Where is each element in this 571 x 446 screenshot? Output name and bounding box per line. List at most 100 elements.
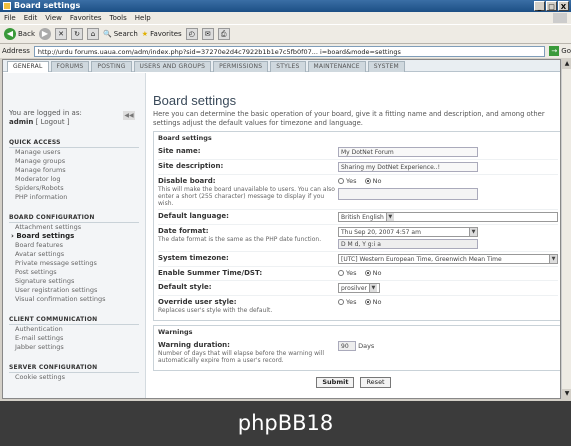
site-description-label: Site description:	[158, 162, 224, 170]
search-button[interactable]: 🔍 Search	[103, 30, 138, 38]
vertical-scrollbar[interactable]: ▲ ▼	[561, 59, 571, 399]
site-name-input[interactable]: My DotNet Forum	[338, 147, 478, 157]
sidebar-item-board-features[interactable]: Board features	[9, 241, 139, 250]
enable-dst-label: Enable Summer Time/DST:	[158, 269, 263, 277]
row-site-description: Site description: Sharing my DotNet Expe…	[158, 160, 558, 175]
windows-logo-icon	[553, 13, 567, 23]
date-format-select[interactable]: Thu Sep 20, 2007 4:57 am ▼	[338, 227, 478, 237]
sidebar-item-cookie-settings[interactable]: Cookie settings	[9, 373, 139, 382]
window-title: Board settings	[14, 1, 81, 10]
tab-forums[interactable]: FORUMS	[50, 61, 90, 72]
caption-banner: phpBB18	[0, 401, 571, 446]
dst-no-radio[interactable]: No	[364, 269, 381, 277]
forward-button[interactable]: ▶	[39, 28, 51, 40]
sidebar-item-authentication[interactable]: Authentication	[9, 325, 139, 334]
scroll-down-icon[interactable]: ▼	[562, 389, 571, 399]
sidebar-item-manage-groups[interactable]: Manage groups	[9, 157, 139, 166]
disable-message-input[interactable]	[338, 188, 478, 200]
default-language-select[interactable]: British English ▼	[338, 212, 558, 222]
chevron-down-icon: ▼	[368, 284, 377, 292]
disable-board-yes-radio[interactable]: Yes	[338, 177, 357, 185]
warning-duration-input[interactable]: 90	[338, 341, 356, 351]
scroll-up-icon[interactable]: ▲	[562, 59, 571, 69]
sidebar-item-spiders-robots[interactable]: Spiders/Robots	[9, 184, 139, 193]
menu-edit[interactable]: Edit	[24, 12, 38, 24]
date-format-input[interactable]: D M d, Y g:i a	[338, 239, 478, 249]
submit-button[interactable]: Submit	[316, 377, 355, 388]
sidebar-item-manage-users[interactable]: Manage users	[9, 148, 139, 157]
system-timezone-select[interactable]: [UTC] Western European Time, Greenwich M…	[338, 254, 558, 264]
star-icon: ★	[141, 30, 149, 38]
sidebar-item-private-message-settings[interactable]: Private message settings	[9, 259, 139, 268]
row-system-timezone: System timezone: [UTC] Western European …	[158, 252, 558, 267]
sidebar-item-moderator-log[interactable]: Moderator log	[9, 175, 139, 184]
row-override-style: Override user style: Replaces user's sty…	[158, 296, 558, 316]
sidebar-item-php-information[interactable]: PHP information	[9, 193, 139, 202]
menu-view[interactable]: View	[45, 12, 62, 24]
disable-board-no-radio[interactable]: No	[364, 177, 381, 185]
username: admin	[9, 118, 34, 126]
address-input[interactable]: http://urdu forums.uaua.com/adm/index.ph…	[33, 45, 546, 57]
go-button[interactable]: → Go	[549, 46, 571, 56]
sidebar-item-visual-confirmation-settings[interactable]: Visual confirmation settings	[9, 295, 139, 304]
title-bar: Board settings _ □ X	[0, 0, 571, 12]
sidebar-item-board-settings[interactable]: › Board settings	[9, 232, 139, 241]
tab-general[interactable]: GENERAL	[7, 61, 49, 72]
section-quick-access: QUICK ACCESS	[9, 139, 139, 148]
stop-button[interactable]: ✕	[55, 28, 67, 40]
site-description-input[interactable]: Sharing my DotNet Experience..!	[338, 162, 478, 172]
tab-posting[interactable]: POSTING	[91, 61, 132, 72]
sidebar-item-post-settings[interactable]: Post settings	[9, 268, 139, 277]
tab-styles[interactable]: STYLES	[270, 61, 306, 72]
tab-users-and-groups[interactable]: USERS AND GROUPS	[133, 61, 212, 72]
date-format-explain: The date format is the same as the PHP d…	[158, 236, 322, 243]
tab-system[interactable]: SYSTEM	[367, 61, 405, 72]
warning-duration-unit: Days	[358, 342, 375, 350]
sidebar-item-manage-forums[interactable]: Manage forums	[9, 166, 139, 175]
tab-permissions[interactable]: PERMISSIONS	[213, 61, 269, 72]
default-style-select[interactable]: prosilver ▼	[338, 283, 380, 293]
menu-tools[interactable]: Tools	[110, 12, 127, 24]
override-no-radio[interactable]: No	[364, 298, 381, 306]
close-button[interactable]: X	[558, 1, 569, 11]
row-site-name: Site name: My DotNet Forum	[158, 145, 558, 160]
section-client-communication: CLIENT COMMUNICATION	[9, 316, 139, 325]
browser-window: Board settings _ □ X File Edit View Favo…	[0, 0, 571, 446]
section-server-configuration: SERVER CONFIGURATION	[9, 364, 139, 373]
sidebar-item-email-settings[interactable]: E-mail settings	[9, 334, 139, 343]
site-name-label: Site name:	[158, 147, 201, 155]
history-button[interactable]: ◴	[185, 28, 198, 40]
row-default-language: Default language: British English ▼	[158, 210, 558, 225]
tab-maintenance[interactable]: MAINTENANCE	[307, 61, 366, 72]
sidebar-item-avatar-settings[interactable]: Avatar settings	[9, 250, 139, 259]
collapse-sidebar-button[interactable]: ◀◀	[123, 111, 135, 120]
form-buttons: Submit Reset	[153, 377, 554, 388]
window-icon	[3, 2, 11, 10]
dst-yes-radio[interactable]: Yes	[338, 269, 357, 277]
mail-button[interactable]: ✉	[201, 28, 214, 40]
page-intro: Here you can determine the basic operati…	[153, 110, 545, 127]
override-yes-radio[interactable]: Yes	[338, 298, 357, 306]
back-button[interactable]: ◀ Back	[4, 28, 35, 40]
warning-duration-label: Warning duration: Number of days that wi…	[158, 341, 338, 364]
logout-link[interactable]: [ Logout ]	[36, 118, 70, 126]
home-button[interactable]: ⌂	[87, 28, 99, 40]
refresh-button[interactable]: ↻	[71, 28, 83, 40]
row-warning-duration: Warning duration: Number of days that wi…	[158, 339, 558, 366]
favorites-button[interactable]: ★ Favorites	[142, 30, 182, 38]
maximize-button[interactable]: □	[546, 1, 557, 11]
reset-button[interactable]: Reset	[360, 377, 391, 388]
sidebar-item-attachment-settings[interactable]: Attachment settings	[9, 223, 139, 232]
board-settings-fieldset: Board settings Site name: My DotNet Foru…	[153, 131, 560, 321]
minimize-button[interactable]: _	[534, 1, 545, 11]
sidebar-item-jabber-settings[interactable]: Jabber settings	[9, 343, 139, 352]
sidebar-item-signature-settings[interactable]: Signature settings	[9, 277, 139, 286]
print-button[interactable]: ⎙	[217, 28, 230, 40]
menu-favorites[interactable]: Favorites	[70, 12, 102, 24]
menu-help[interactable]: Help	[135, 12, 151, 24]
menu-file[interactable]: File	[4, 12, 16, 24]
main-content: Board settings Here you can determine th…	[147, 73, 560, 398]
row-disable-board: Disable board: This will make the board …	[158, 175, 558, 210]
address-label: Address	[2, 47, 30, 55]
sidebar-item-user-registration-settings[interactable]: User registration settings	[9, 286, 139, 295]
